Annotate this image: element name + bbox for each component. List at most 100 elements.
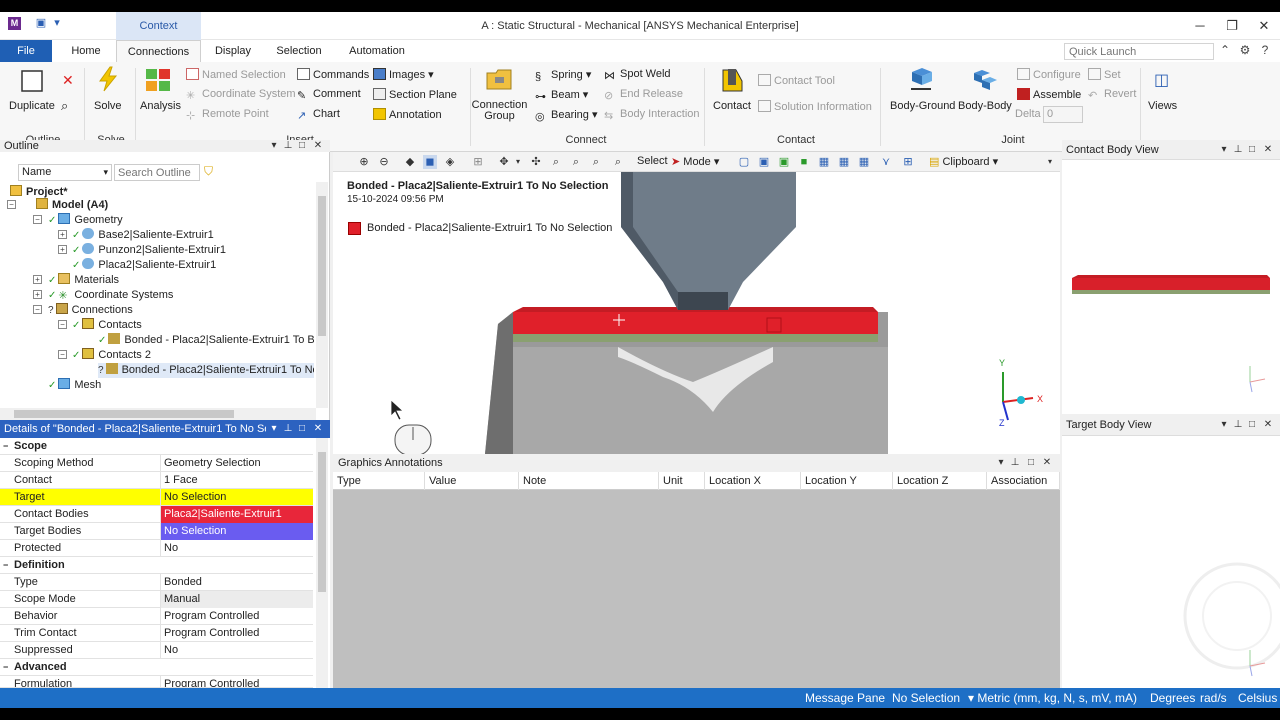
find-icon[interactable]: ⌕ (61, 98, 68, 114)
details-vertical-scrollbar[interactable] (316, 438, 328, 688)
tree-item-connections[interactable]: ? Connections (48, 303, 133, 318)
tree-item-contacts-2[interactable]: ✓ Contacts 2 (72, 348, 151, 363)
minimize-button[interactable]: ─ (1184, 12, 1216, 40)
pan-icon[interactable]: ✥ (497, 155, 511, 169)
outline-close-icon[interactable]: ✕ (312, 140, 324, 152)
collapse-toggle[interactable]: − (58, 350, 67, 359)
select-element-icon[interactable]: ▦ (837, 155, 851, 169)
details-row-target-bodies[interactable]: Target Bodies No Selection (0, 523, 313, 540)
details-row-target[interactable]: Target No Selection (0, 489, 313, 506)
scrollbar-thumb[interactable] (14, 410, 234, 418)
comment-button[interactable]: ✎ Comment (297, 88, 361, 102)
tab-selection[interactable]: Selection (270, 40, 328, 62)
end-release-button[interactable]: ⊘ End Release (604, 88, 683, 102)
column-location-y[interactable]: Location Y (801, 472, 893, 490)
graphics-viewport[interactable]: Bonded - Placa2|Saliente-Extruir1 To No … (333, 172, 1060, 454)
commands-button[interactable]: Commands (297, 68, 369, 81)
details-row-contact[interactable]: Contact 1 Face (0, 472, 313, 489)
select-vertex-icon[interactable]: ▢ (737, 155, 751, 169)
annotation-button[interactable]: Annotation (373, 108, 442, 121)
ga-dropdown-icon[interactable]: ▾ (995, 454, 1007, 472)
filter-icon[interactable]: ⛉ (204, 164, 213, 179)
details-value[interactable]: No (160, 540, 313, 557)
column-location-z[interactable]: Location Z (893, 472, 987, 490)
details-value[interactable]: 1 Face (160, 472, 313, 489)
expand-toggle[interactable]: + (33, 290, 42, 299)
cbv-maximize-icon[interactable]: □ (1246, 140, 1258, 160)
select-body-icon[interactable]: ■ (797, 155, 811, 169)
zoom-out-icon[interactable]: ⊖ (377, 155, 391, 169)
column-type[interactable]: Type (333, 472, 425, 490)
coordinate-system-button[interactable]: ✳ Coordinate System (186, 88, 296, 102)
tree-item-geometry[interactable]: ✓ Geometry (48, 213, 123, 228)
scrollbar-thumb[interactable] (318, 196, 326, 336)
select-mode-dropdown[interactable]: ➤ Mode ▾ (671, 155, 719, 168)
save-icon[interactable]: ▣ (34, 17, 48, 30)
revert-button[interactable]: ↶ Revert (1088, 88, 1136, 102)
quick-access-dropdown-icon[interactable]: ▾ (50, 17, 64, 30)
spot-weld-button[interactable]: ⋈ Spot Weld (604, 68, 671, 82)
details-row-scope-mode[interactable]: Scope Mode Manual (0, 591, 313, 608)
tab-display[interactable]: Display (208, 40, 258, 62)
images-dropdown[interactable]: Images ▾ (373, 68, 434, 81)
scrollbar-thumb[interactable] (318, 452, 326, 592)
settings-icon[interactable]: ⚙ (1238, 43, 1252, 59)
collapse-ribbon-icon[interactable]: ⌃ (1218, 43, 1232, 59)
tree-item-base2[interactable]: ✓ Base2|Saliente-Extruir1 (72, 228, 214, 243)
body-interaction-button[interactable]: ⇆ Body Interaction (604, 108, 700, 122)
tree-item-materials[interactable]: ✓ Materials (48, 273, 119, 288)
collapse-toggle[interactable]: − (7, 200, 16, 209)
details-value[interactable]: Program Controlled (160, 676, 313, 687)
zoom-fit-icon[interactable]: ⌕ (589, 155, 603, 169)
details-row-behavior[interactable]: Behavior Program Controlled (0, 608, 313, 625)
section-plane-button[interactable]: Section Plane (373, 88, 457, 101)
details-dropdown-icon[interactable]: ▾ (268, 420, 280, 438)
outline-pin-icon[interactable]: ⊥ (282, 140, 294, 152)
remote-point-button[interactable]: ⊹ Remote Point (186, 108, 269, 122)
select-node-icon[interactable]: ▦ (817, 155, 831, 169)
zoom-in-icon[interactable]: ⊕ (357, 155, 371, 169)
details-value[interactable]: No Selection (160, 489, 313, 506)
tab-connections[interactable]: Connections (116, 40, 201, 62)
collapse-toggle[interactable]: − (58, 320, 67, 329)
solution-information-button[interactable]: Solution Information (758, 100, 872, 113)
details-close-icon[interactable]: ✕ (312, 420, 324, 438)
collapse-toggle[interactable]: − (33, 305, 42, 314)
expand-toggle[interactable]: + (58, 245, 67, 254)
spring-dropdown[interactable]: § Spring ▾ (535, 68, 591, 83)
delete-icon[interactable]: ✕ (62, 72, 74, 89)
select-label[interactable]: Select (637, 155, 668, 167)
details-category-scope[interactable]: − Scope (0, 438, 313, 455)
tree-item-mesh[interactable]: ✓ Mesh (48, 378, 101, 393)
outline-vertical-scrollbar[interactable] (316, 182, 328, 408)
outline-name-filter[interactable]: Name ▾ (18, 164, 112, 181)
zoom-icon[interactable]: ⌕ (549, 155, 563, 169)
ga-close-icon[interactable]: ✕ (1041, 454, 1053, 472)
tree-item-placa2[interactable]: ✓ Placa2|Saliente-Extruir1 (72, 258, 216, 273)
expand-toggle[interactable]: + (58, 230, 67, 239)
column-unit[interactable]: Unit (659, 472, 705, 490)
details-pin-icon[interactable]: ⊥ (282, 420, 294, 438)
select-face-icon[interactable]: ▣ (777, 155, 791, 169)
configure-button[interactable]: Configure (1017, 68, 1081, 81)
tree-item-coordinate-systems[interactable]: ✓ ✳ Coordinate Systems (48, 288, 173, 303)
message-pane-button[interactable]: Message Pane (805, 688, 885, 708)
details-row-suppressed[interactable]: Suppressed No (0, 642, 313, 659)
tbv-dropdown-icon[interactable]: ▾ (1218, 414, 1230, 436)
cbv-close-icon[interactable]: ✕ (1262, 140, 1274, 160)
clipboard-dropdown[interactable]: ▤ Clipboard ▾ (929, 155, 998, 168)
contact-body-view[interactable] (1062, 160, 1280, 414)
extend-selection-icon[interactable]: ⋎ (879, 155, 893, 169)
chart-button[interactable]: ↗ Chart (297, 108, 340, 122)
tree-item-model[interactable]: Model (A4) (36, 198, 108, 213)
details-category-advanced[interactable]: − Advanced (0, 659, 313, 676)
measure-icon[interactable]: ⊞ (471, 155, 485, 169)
ga-pin-icon[interactable]: ⊥ (1009, 454, 1021, 472)
column-location-x[interactable]: Location X (705, 472, 801, 490)
details-row-protected[interactable]: Protected No (0, 540, 313, 557)
details-category-definition[interactable]: − Definition (0, 557, 313, 574)
details-maximize-icon[interactable]: □ (296, 420, 308, 438)
outline-maximize-icon[interactable]: □ (296, 140, 308, 152)
magnifier-icon[interactable]: ⌕ (611, 155, 625, 169)
chevron-down-icon[interactable]: ▾ (511, 155, 525, 169)
